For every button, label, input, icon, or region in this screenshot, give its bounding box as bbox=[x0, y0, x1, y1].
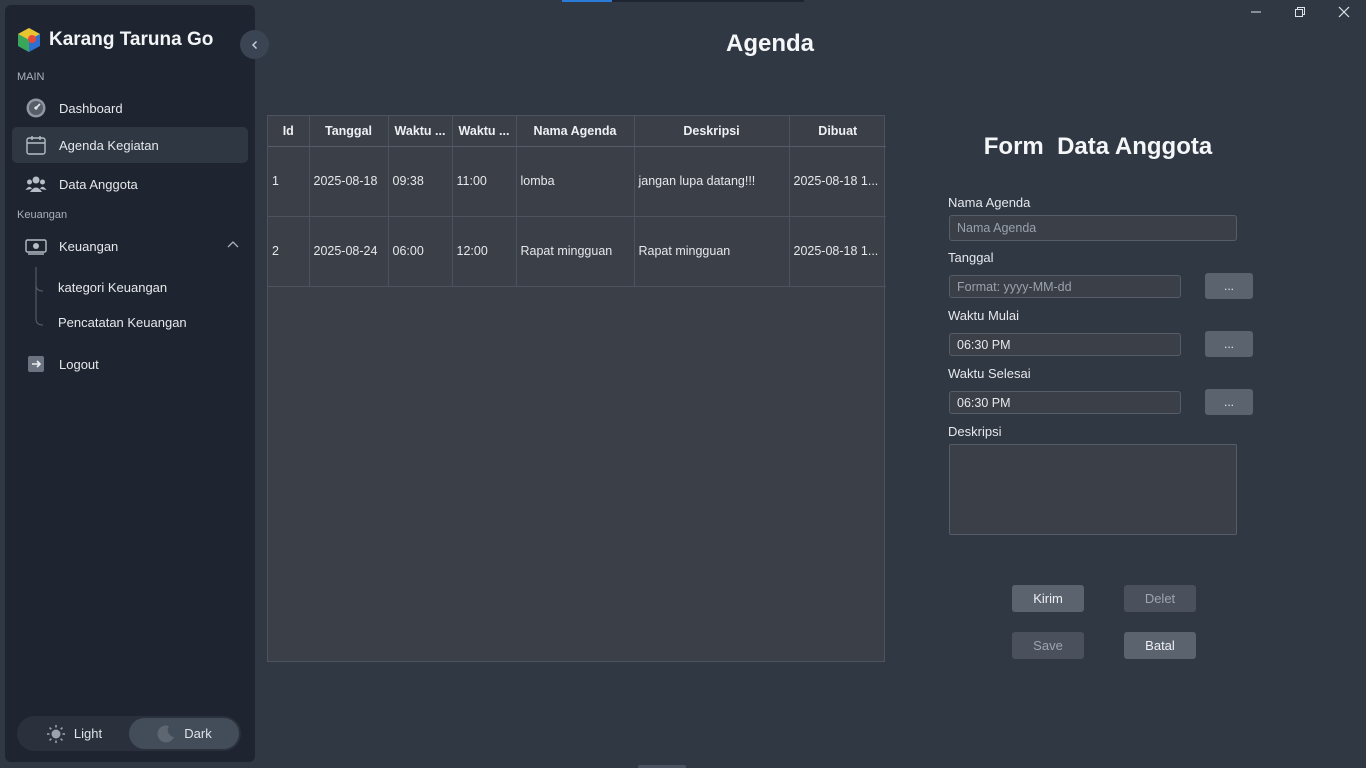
table-cell: 11:00 bbox=[452, 146, 517, 217]
deskripsi-label: Deskripsi bbox=[948, 424, 1002, 439]
table-row[interactable]: 1 2025-08-18 09:38 11:00 lomba jangan lu… bbox=[268, 146, 886, 217]
window-controls bbox=[1234, 0, 1366, 24]
delete-button[interactable]: Delet bbox=[1124, 585, 1196, 612]
sidebar: Karang Taruna Go MAIN Dashboard Agenda K… bbox=[5, 5, 269, 762]
table-cell: 2025-08-18 bbox=[309, 146, 389, 217]
sidebar-subitem-pencatatan-keuangan[interactable]: Pencatatan Keuangan bbox=[58, 315, 187, 330]
waktu-mulai-label: Waktu Mulai bbox=[948, 308, 1020, 323]
theme-dark-label: Dark bbox=[184, 726, 212, 741]
tanggal-input[interactable] bbox=[949, 275, 1181, 298]
theme-light-label: Light bbox=[73, 726, 103, 741]
table-cell: 06:00 bbox=[388, 216, 453, 287]
nama-agenda-label: Nama Agenda bbox=[948, 195, 1031, 210]
close-icon bbox=[1338, 6, 1350, 18]
waktu-mulai-picker-button[interactable]: ... bbox=[1205, 331, 1253, 357]
sidebar-item-data-anggota[interactable]: Data Anggota bbox=[12, 166, 248, 202]
sidebar-item-label: Dashboard bbox=[59, 100, 123, 116]
table-cell: 1 bbox=[268, 146, 310, 217]
column-header-nama-agenda[interactable]: Nama Agenda bbox=[516, 116, 635, 147]
app-title: Karang Taruna Go bbox=[49, 29, 214, 50]
column-header-tanggal[interactable]: Tanggal bbox=[309, 116, 389, 147]
submenu-tree-lines bbox=[35, 267, 44, 326]
tanggal-label: Tanggal bbox=[948, 250, 994, 265]
calendar-icon bbox=[25, 134, 47, 156]
tanggal-picker-button[interactable]: ... bbox=[1205, 273, 1253, 299]
table-header-row: Id Tanggal Waktu ... Waktu ... Nama Agen… bbox=[268, 116, 886, 147]
waktu-selesai-input[interactable] bbox=[949, 391, 1181, 414]
sidebar-item-agenda-kegiatan[interactable]: Agenda Kegiatan bbox=[12, 127, 248, 163]
minimize-button[interactable] bbox=[1234, 0, 1278, 24]
sidebar-item-label: Agenda Kegiatan bbox=[59, 137, 159, 153]
column-header-waktu-selesai[interactable]: Waktu ... bbox=[452, 116, 517, 147]
theme-light-option[interactable]: Light bbox=[19, 718, 129, 749]
section-label-keuangan: Keuangan bbox=[17, 209, 68, 221]
table-row[interactable]: 2 2025-08-24 06:00 12:00 Rapat mingguan … bbox=[268, 216, 886, 287]
table-cell: 12:00 bbox=[452, 216, 517, 287]
table-cell: Rapat mingguan bbox=[516, 216, 635, 287]
title-bar-accent bbox=[562, 0, 612, 2]
table-cell: 09:38 bbox=[388, 146, 453, 217]
waktu-selesai-label: Waktu Selesai bbox=[948, 366, 1031, 381]
deskripsi-textarea[interactable] bbox=[949, 444, 1237, 535]
users-icon bbox=[25, 173, 47, 195]
save-button[interactable]: Save bbox=[1012, 632, 1084, 659]
app-logo-icon bbox=[18, 28, 40, 52]
sidebar-item-keuangan[interactable]: Keuangan bbox=[12, 228, 248, 264]
table-cell: 2 bbox=[268, 216, 310, 287]
chevron-up-icon bbox=[226, 238, 240, 255]
close-button[interactable] bbox=[1322, 0, 1366, 24]
column-header-waktu-mulai[interactable]: Waktu ... bbox=[388, 116, 453, 147]
sidebar-item-dashboard[interactable]: Dashboard bbox=[12, 90, 248, 126]
page-title: Agenda bbox=[725, 30, 814, 57]
column-header-id[interactable]: Id bbox=[268, 116, 310, 147]
gauge-icon bbox=[25, 97, 47, 119]
column-header-dibuat[interactable]: Dibuat bbox=[789, 116, 886, 147]
logout-icon bbox=[25, 353, 47, 375]
table-cell: lomba bbox=[516, 146, 635, 217]
waktu-selesai-picker-button[interactable]: ... bbox=[1205, 389, 1253, 415]
kirim-button[interactable]: Kirim bbox=[1012, 585, 1084, 612]
table-cell: 2025-08-18 1... bbox=[789, 216, 886, 287]
collapse-sidebar-button[interactable] bbox=[240, 30, 269, 59]
sidebar-item-label: Data Anggota bbox=[59, 176, 138, 192]
restore-button[interactable] bbox=[1278, 0, 1322, 24]
table-cell: 2025-08-18 1... bbox=[789, 146, 886, 217]
agenda-table: Id Tanggal Waktu ... Waktu ... Nama Agen… bbox=[267, 115, 886, 662]
table-cell: jangan lupa datang!!! bbox=[634, 146, 790, 217]
chevron-left-icon bbox=[251, 40, 257, 49]
minimize-icon bbox=[1251, 11, 1261, 13]
money-icon bbox=[25, 235, 47, 257]
form-title: Form Data Anggota bbox=[983, 133, 1213, 160]
restore-icon bbox=[1295, 7, 1305, 17]
batal-button[interactable]: Batal bbox=[1124, 632, 1196, 659]
nama-agenda-input[interactable] bbox=[949, 215, 1237, 241]
sidebar-item-label: Keuangan bbox=[59, 238, 119, 254]
theme-dark-option[interactable]: Dark bbox=[129, 718, 239, 749]
moon-icon bbox=[157, 724, 175, 742]
column-header-deskripsi[interactable]: Deskripsi bbox=[634, 116, 790, 147]
sidebar-item-label: Logout bbox=[59, 356, 99, 372]
sidebar-subitem-kategori-keuangan[interactable]: kategori Keuangan bbox=[58, 280, 167, 295]
section-label-main: MAIN bbox=[17, 71, 45, 83]
table-cell: 2025-08-24 bbox=[309, 216, 389, 287]
table-cell: Rapat mingguan bbox=[634, 216, 790, 287]
brand: Karang Taruna Go bbox=[17, 27, 213, 53]
waktu-mulai-input[interactable] bbox=[949, 333, 1181, 356]
sun-icon bbox=[46, 724, 65, 743]
theme-toggle: Light Dark bbox=[17, 716, 241, 751]
sidebar-item-logout[interactable]: Logout bbox=[12, 346, 248, 382]
